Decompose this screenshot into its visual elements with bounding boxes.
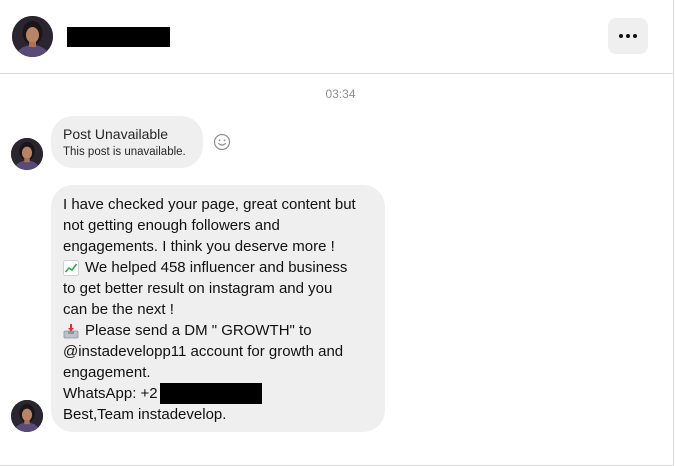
post-title: Post Unavailable bbox=[63, 126, 169, 142]
message-line: engagements. I think you deserve more ! bbox=[63, 238, 335, 255]
message-line-whatsapp: WhatsApp: +2 bbox=[63, 383, 383, 404]
redacted-username bbox=[67, 27, 170, 47]
more-options-icon bbox=[619, 34, 637, 38]
thread-header bbox=[0, 0, 673, 74]
message-timestamp: 03:34 bbox=[325, 87, 356, 101]
message-body: I have checked your page, great content … bbox=[63, 194, 383, 425]
text-message-bubble[interactable]: I have checked your page, great content … bbox=[51, 185, 385, 432]
message-line-inbox: Please send a DM " GROWTH" to bbox=[63, 320, 383, 341]
message-line: @instadevelopp11 account for growth and bbox=[63, 343, 344, 360]
message-line-chart: We helped 458 influencer and business bbox=[63, 257, 383, 278]
message-line-text: We helped 458 influencer and business bbox=[85, 259, 348, 276]
message-line: not getting enough followers and bbox=[63, 217, 280, 234]
sender-avatar[interactable] bbox=[11, 400, 43, 432]
inbox-tray-icon bbox=[63, 323, 79, 339]
more-options-button[interactable] bbox=[608, 18, 648, 54]
smiley-face-icon[interactable] bbox=[213, 133, 231, 151]
message-line-text: Please send a DM " GROWTH" to bbox=[85, 322, 312, 339]
shared-post-bubble[interactable]: Post Unavailable This post is unavailabl… bbox=[51, 116, 203, 168]
profile-avatar[interactable] bbox=[12, 16, 53, 57]
post-subtitle: This post is unavailable. bbox=[63, 146, 186, 158]
dm-thread: 03:34 Post Unavailable This post is unav… bbox=[0, 0, 674, 466]
message-line: engagement. bbox=[63, 364, 151, 381]
message-line: can be the next ! bbox=[63, 301, 174, 318]
message-line: Best,Team instadevelop. bbox=[63, 406, 227, 423]
chart-increasing-icon bbox=[63, 259, 79, 276]
whatsapp-label: WhatsApp: +2 bbox=[63, 385, 158, 402]
sender-avatar[interactable] bbox=[11, 138, 43, 170]
message-line: to get better result on instagram and yo… bbox=[63, 280, 333, 297]
redacted-phone-number bbox=[159, 383, 262, 404]
message-line: I have checked your page, great content … bbox=[63, 196, 356, 213]
